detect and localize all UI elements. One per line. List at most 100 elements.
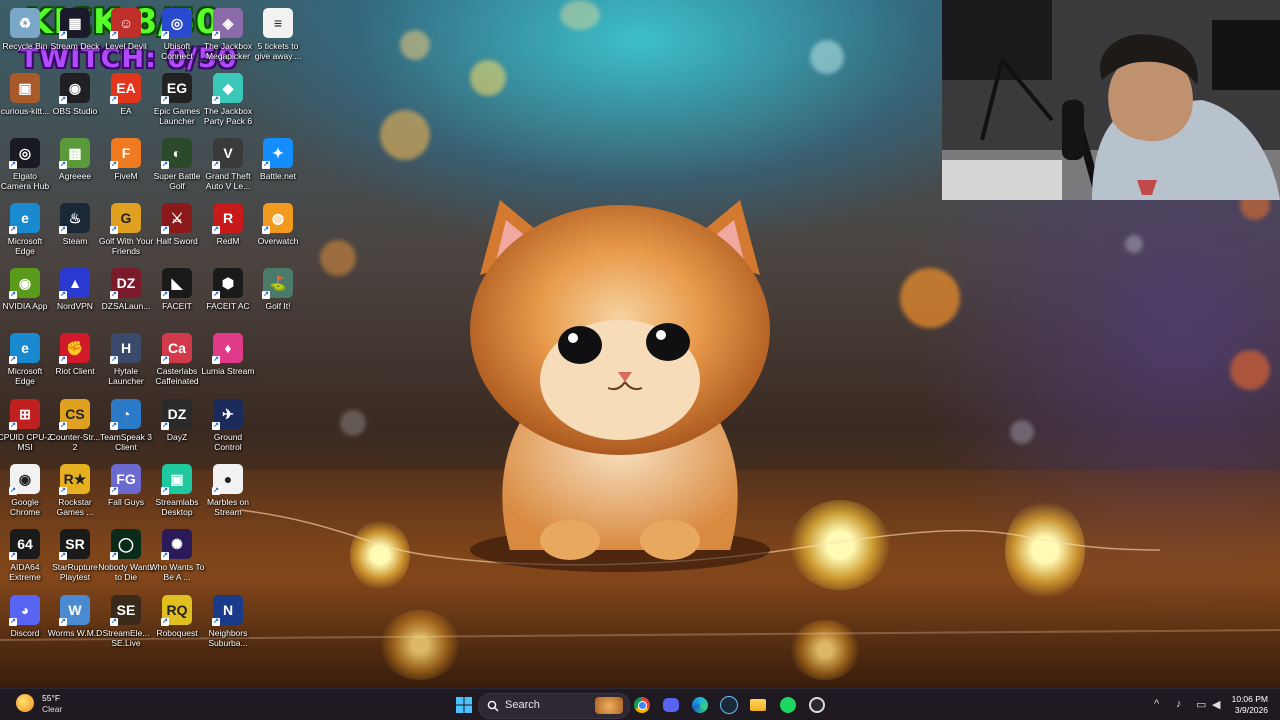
desktop-icon[interactable]: CS ↗ Counter-Str... 2 <box>50 399 100 452</box>
taskbar-discord[interactable] <box>661 695 681 715</box>
desktop-icon[interactable]: ✈ ↗ Ground Control <box>203 399 253 452</box>
millionaire-icon: ✺ ↗ <box>161 529 192 560</box>
system-clock[interactable]: 10:06 PM 3/9/2026 <box>1220 689 1280 720</box>
desktop-icon[interactable]: e ↗ Microsoft Edge <box>0 203 50 256</box>
weather-widget[interactable]: 55°F Clear <box>8 689 68 720</box>
desktop-icon-label: The Jackbox Megapicker <box>203 41 253 61</box>
desktop-icon[interactable]: R ↗ RedM <box>203 203 253 246</box>
desktop-icon[interactable]: G ↗ Golf With Your Friends <box>99 203 153 256</box>
desktop-icon[interactable]: ♨ ↗ Steam <box>50 203 100 246</box>
desktop-icon[interactable]: DZ ↗ DayZ <box>152 399 202 442</box>
desktop-icon[interactable]: H ↗ Hytale Launcher <box>101 333 151 386</box>
desktop-icon[interactable]: e ↗ Microsoft Edge <box>0 333 50 386</box>
desktop-icon-label: curious-kitt... <box>0 106 50 116</box>
desktop-icon[interactable]: ⛳ ↗ Golf It! <box>253 268 303 311</box>
network-icon[interactable]: ▭ <box>1196 698 1206 711</box>
desktop-icon[interactable]: RQ ↗ Roboquest <box>152 595 202 638</box>
desktop-icon[interactable]: ◯ ↗ Nobody Wants to Die <box>98 529 154 582</box>
obs-icon <box>809 697 825 713</box>
shortcut-arrow-icon: ↗ <box>9 356 17 364</box>
desktop-icon[interactable]: ▩ ↗ Agreeee <box>50 138 100 181</box>
desktop-icon[interactable]: ◣ ↗ FACEIT <box>152 268 202 311</box>
taskbar-chrome[interactable] <box>632 695 652 715</box>
steam-icon: ♨ ↗ <box>59 203 90 234</box>
desktop-icon[interactable]: ◎ ↗ Ubisoft Connect <box>152 8 202 61</box>
taskbar-steam[interactable] <box>719 695 739 715</box>
desktop-icon[interactable]: ◈ ↗ The Jackbox Megapicker <box>203 8 253 61</box>
shortcut-arrow-icon: ↗ <box>59 487 67 495</box>
microphone-icon[interactable]: ♪ <box>1176 698 1182 710</box>
desktop-icon-label: Neighbors Suburba... <box>208 628 248 648</box>
desktop-icon[interactable]: ▲ ↗ NordVPN <box>50 268 100 311</box>
taskbar-obs[interactable] <box>807 695 827 715</box>
desktop-icon[interactable]: ▣ ↗ Streamlabs Desktop <box>152 464 202 517</box>
shortcut-arrow-icon: ↗ <box>9 291 17 299</box>
spotify-icon <box>780 697 796 713</box>
desktop-icon[interactable]: F ↗ FiveM <box>101 138 151 181</box>
taskbar-spotify[interactable] <box>778 695 798 715</box>
teamspeak-icon: ◔ ↗ <box>110 399 141 430</box>
starrupture-icon: SR ↗ <box>59 529 90 560</box>
desktop-icon[interactable]: ◉ ↗ Google Chrome <box>0 464 50 517</box>
desktop-icon[interactable]: ◎ ↗ Elgato Camera Hub <box>0 138 50 191</box>
shortcut-arrow-icon: ↗ <box>59 552 67 560</box>
desktop-icon[interactable]: EG ↗ Epic Games Launcher <box>152 73 202 126</box>
obs-icon: ◉ ↗ <box>59 73 90 104</box>
desktop-icon[interactable]: ◉ ↗ NVIDIA App <box>0 268 50 311</box>
desktop-icon[interactable]: ✊ ↗ Riot Client <box>50 333 100 376</box>
desktop-icon[interactable]: ✺ ↗ Who Wants To Be A ... <box>150 529 204 582</box>
desktop-icon[interactable]: ◍ ↗ Overwatch <box>253 203 303 246</box>
desktop-icon[interactable]: ⚔ ↗ Half Sword <box>152 203 202 246</box>
start-button[interactable] <box>454 695 474 715</box>
webcam-overlay <box>942 0 1280 200</box>
shortcut-arrow-icon: ↗ <box>212 356 220 364</box>
desktop-icon[interactable]: N ↗ Neighbors Suburba... <box>203 595 253 648</box>
desktop-icon-label: Discord <box>10 628 40 638</box>
desktop-icon[interactable]: ⬢ ↗ FACEIT AC <box>203 268 253 311</box>
taskbar-search[interactable]: Search <box>478 693 630 719</box>
desktop-icon[interactable]: ● ↗ Marbles on Stream <box>203 464 253 517</box>
desktop-icon[interactable]: ▣ curious-kitt... <box>0 73 50 116</box>
faceit-ac-icon: ⬢ ↗ <box>212 268 243 299</box>
shortcut-arrow-icon: ↗ <box>110 291 118 299</box>
desktop-icon[interactable]: ✦ ↗ Battle.net <box>253 138 303 181</box>
shortcut-arrow-icon: ↗ <box>59 422 67 430</box>
desktop-icon[interactable]: ♻ Recycle Bin <box>0 8 50 51</box>
desktop-icon[interactable]: V ↗ Grand Theft Auto V Le... <box>203 138 253 191</box>
shortcut-arrow-icon: ↗ <box>161 96 169 104</box>
desktop-icon[interactable]: 64 ↗ AIDA64 Extreme <box>0 529 50 582</box>
desktop-icon[interactable]: EA ↗ EA <box>101 73 151 116</box>
desktop-icon[interactable]: ◐ ↗ Super Battle Golf <box>152 138 202 191</box>
clock-date: 3/9/2026 <box>1234 705 1268 715</box>
desktop-icon[interactable]: ▦ ↗ Stream Deck <box>50 8 100 51</box>
desktop-icon-label: RedM <box>216 236 240 246</box>
desktop-icon[interactable]: SE ↗ StreamEle... SE.Live <box>101 595 151 648</box>
desktop-icon[interactable]: FG ↗ Fall Guys <box>101 464 151 507</box>
desktop-icon[interactable]: ◉ ↗ OBS Studio <box>50 73 100 116</box>
tray-overflow-chevron-icon[interactable]: ^ <box>1154 698 1159 710</box>
desktop-icon[interactable]: Ca ↗ Casterlabs Caffeinated <box>152 333 202 386</box>
desktop-icon-label: Google Chrome <box>9 497 41 517</box>
dayz-icon: DZ ↗ <box>161 399 192 430</box>
desktop-icon[interactable]: R★ ↗ Rockstar Games ... <box>50 464 100 517</box>
desktop-icon[interactable]: W ↗ Worms W.M.D <box>48 595 102 638</box>
desktop-icon[interactable]: ⊞ ↗ CPUID CPU-Z MSI <box>0 399 52 452</box>
desktop-icon[interactable]: ♦ ↗ Lumia Stream <box>202 333 254 376</box>
shortcut-arrow-icon: ↗ <box>212 31 220 39</box>
roboquest-icon: RQ ↗ <box>161 595 192 626</box>
desktop-icon[interactable]: ◔ ↗ TeamSpeak 3 Client <box>100 399 152 452</box>
desktop-icon[interactable]: SR ↗ StarRupture Playtest <box>50 529 100 582</box>
desktop-icon-label: Epic Games Launcher <box>153 106 201 126</box>
steam-icon <box>720 696 738 714</box>
taskbar-edge[interactable] <box>690 695 710 715</box>
taskbar-file-explorer[interactable] <box>748 695 768 715</box>
desktop-icon-label: OBS Studio <box>52 106 98 116</box>
desktop-icon[interactable]: ◆ ↗ The Jackbox Party Pack 6 <box>203 73 253 126</box>
desktop-icon[interactable]: ◕ ↗ Discord <box>0 595 50 638</box>
desktop-icon-label: Agreeee <box>58 171 92 181</box>
desktop-icon[interactable]: ☺ ↗ Level Devil <box>101 8 151 51</box>
desktop-icon[interactable]: DZ ↗ DZSALaun... <box>101 268 151 311</box>
shortcut-arrow-icon: ↗ <box>161 161 169 169</box>
desktop-icon[interactable]: ≡ 5 tickets to give away.... <box>253 8 303 61</box>
shortcut-arrow-icon: ↗ <box>9 618 17 626</box>
